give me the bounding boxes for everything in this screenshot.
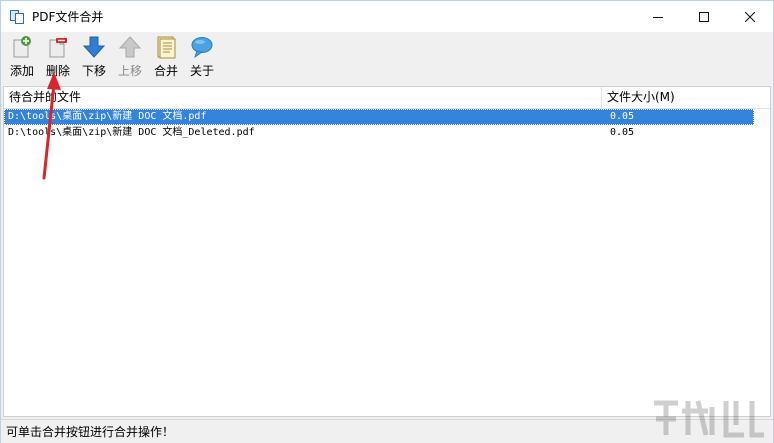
file-list[interactable]: 待合并的文件 文件大小(M) D:\tools\桌面\zip\新建 DOC 文档… — [3, 86, 771, 417]
close-icon — [745, 11, 755, 22]
file-path-cell: D:\tools\桌面\zip\新建 DOC 文档.pdf — [8, 111, 207, 122]
about-label: 关于 — [189, 64, 214, 78]
maximize-button[interactable] — [681, 1, 727, 32]
window-title: PDF文件合并 — [32, 10, 104, 24]
app-window: PDF文件合并 添加 删除 下移 上移 合并 关于 待合并的文件 文件大小(M)… — [0, 0, 774, 443]
toolbar: 添加 删除 下移 上移 合并 关于 — [1, 32, 773, 78]
add-file-icon — [10, 35, 34, 59]
merge-label: 合并 — [153, 64, 178, 78]
move-up-label: 上移 — [117, 64, 142, 78]
list-header: 待合并的文件 文件大小(M) — [4, 87, 770, 109]
move-down-label: 下移 — [81, 64, 106, 78]
delete-label: 删除 — [45, 64, 70, 78]
pdf-merge-app-icon — [9, 9, 25, 25]
maximize-icon — [699, 11, 709, 22]
delete-button[interactable]: 删除 — [40, 32, 76, 78]
add-label: 添加 — [9, 64, 34, 78]
minimize-icon — [653, 16, 663, 18]
speech-bubble-icon — [190, 35, 214, 59]
merge-button[interactable]: 合并 — [148, 32, 184, 78]
table-row[interactable]: D:\tools\桌面\zip\新建 DOC 文档_Deleted.pdf 0.… — [4, 125, 770, 141]
arrow-down-icon — [82, 35, 106, 59]
window-controls — [635, 1, 773, 32]
table-row[interactable]: D:\tools\桌面\zip\新建 DOC 文档.pdf 0.05 — [4, 109, 754, 125]
about-button[interactable]: 关于 — [184, 32, 220, 78]
arrow-up-icon — [118, 35, 142, 59]
move-down-button[interactable]: 下移 — [76, 32, 112, 78]
minimize-button[interactable] — [635, 1, 681, 32]
file-path-cell: D:\tools\桌面\zip\新建 DOC 文档_Deleted.pdf — [8, 127, 255, 138]
title-bar[interactable]: PDF文件合并 — [1, 1, 773, 32]
watermark-logo-icon — [654, 400, 764, 438]
status-text: 可单击合并按钮进行合并操作！ — [6, 425, 175, 439]
move-up-button[interactable]: 上移 — [112, 32, 148, 78]
column-header-size[interactable]: 文件大小(M) — [602, 87, 752, 109]
file-size-cell: 0.05 — [610, 127, 635, 138]
column-header-file[interactable]: 待合并的文件 — [4, 87, 602, 109]
merge-document-icon — [154, 35, 178, 59]
add-button[interactable]: 添加 — [4, 32, 40, 78]
delete-file-icon — [46, 35, 70, 59]
close-button[interactable] — [727, 1, 773, 32]
file-size-cell: 0.05 — [610, 111, 635, 122]
